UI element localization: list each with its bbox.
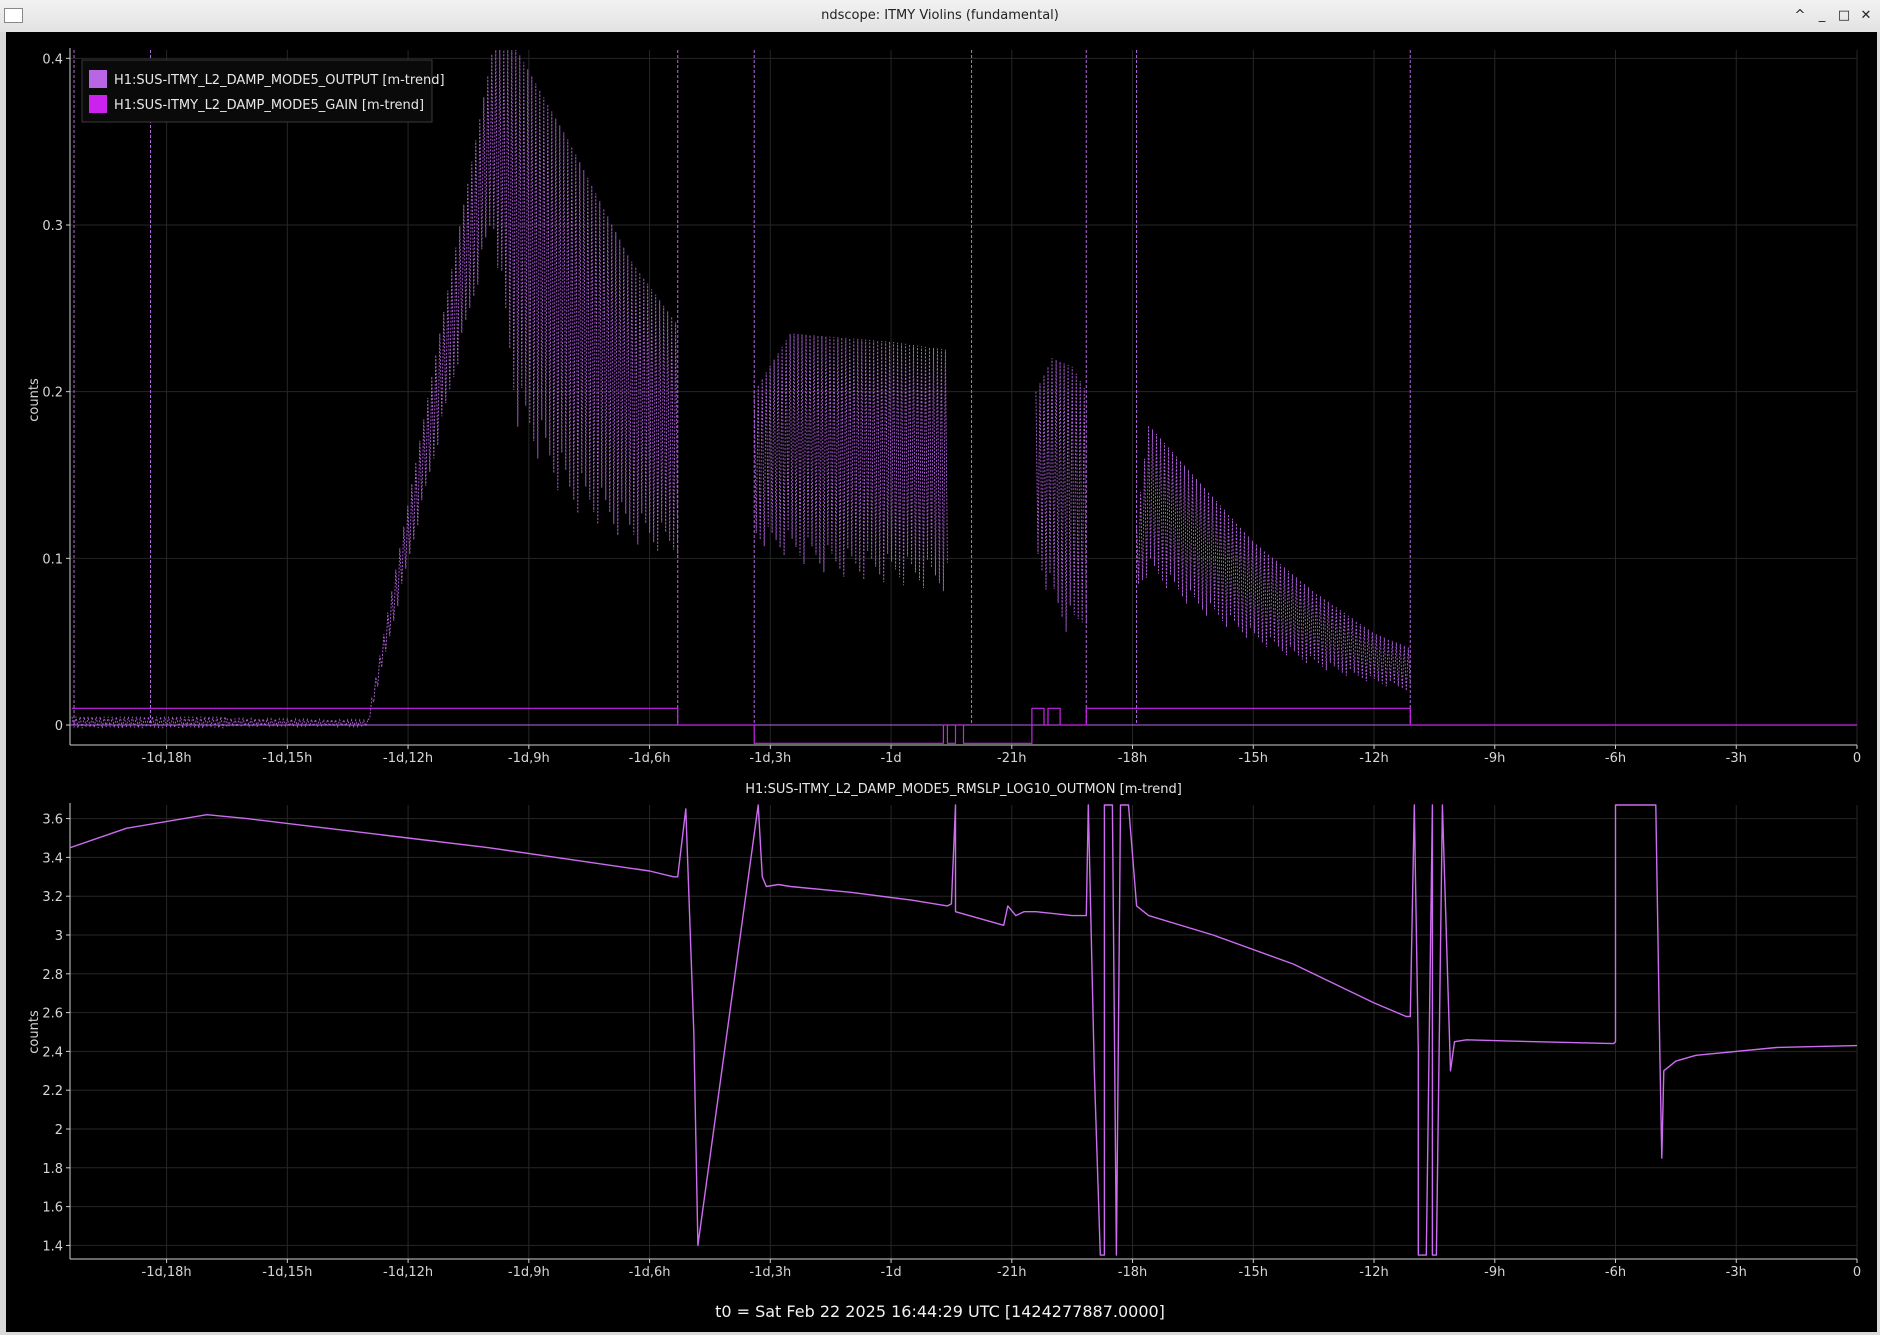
- y-tick-label: 2.6: [42, 1007, 63, 1022]
- y-tick-label: 1.6: [42, 1201, 63, 1216]
- output-trace-segment: [71, 716, 228, 729]
- y-axis-label: counts: [27, 378, 42, 422]
- x-tick-label: -1d,6h: [629, 751, 671, 766]
- panel-title: H1:SUS-ITMY_L2_DAMP_MODE5_RMSLP_LOG10_OU…: [745, 782, 1182, 797]
- x-tick-label: -1d,6h: [629, 1265, 671, 1280]
- plot-panel-2[interactable]: 1.4 1.6 1.8 2 2.2 2.4 2.6 2.8 3 3.2 3.4 3.6 -1d,18h -…: [27, 782, 1861, 1280]
- x-tick-label: -21h: [997, 1265, 1026, 1280]
- y-tick-label: 3: [55, 929, 63, 944]
- x-tick-label: -1d,12h: [383, 751, 433, 766]
- y-tick-label: 2.8: [42, 968, 63, 983]
- y-tick-label: 3.6: [42, 813, 63, 828]
- y-tick-label: 0.1: [42, 552, 63, 567]
- x-tick-label: -1d,9h: [508, 751, 550, 766]
- gain-trace: [72, 707, 1857, 744]
- x-tick-label: -9h: [1484, 751, 1505, 766]
- x-tick-label: -12h: [1359, 1265, 1388, 1280]
- x-tick-label: -3h: [1726, 751, 1747, 766]
- y-tick-label: 1.4: [42, 1239, 63, 1254]
- output-trace-segment: [753, 333, 948, 592]
- x-tick-label: -6h: [1605, 1265, 1626, 1280]
- y-tick-label: 1.8: [42, 1162, 63, 1177]
- legend-swatch: [89, 70, 107, 88]
- output-trace-segment: [1035, 358, 1087, 632]
- ndscope-plots[interactable]: 0 0.1 0.2 0.3 0.4 -1d,18h -1d,15h -1d,12h -1d,9h…: [0, 0, 1880, 1335]
- y-tick-label: 0: [55, 719, 63, 734]
- y-tick-label: 2.2: [42, 1084, 63, 1099]
- y-tick-label: 2: [55, 1123, 63, 1138]
- y-tick-label: 0.3: [42, 219, 63, 234]
- x-tick-label: -1d,3h: [749, 751, 791, 766]
- x-tick-label: -1d: [880, 751, 901, 766]
- output-trace-segment: [367, 49, 679, 721]
- x-tick-label: -18h: [1118, 751, 1147, 766]
- x-tick-label: -1d,3h: [749, 1265, 791, 1280]
- x-tick-label: -1d,15h: [262, 751, 312, 766]
- plot-panel-1[interactable]: 0 0.1 0.2 0.3 0.4 -1d,18h -1d,15h -1d,12h -1d,9h…: [27, 48, 1861, 766]
- y-axis-label: counts: [27, 1010, 42, 1054]
- x-tick-label: -1d,12h: [383, 1265, 433, 1280]
- x-tick-label: 0: [1853, 751, 1861, 766]
- legend-swatch: [89, 95, 107, 113]
- x-tick-label: -21h: [997, 751, 1026, 766]
- legend[interactable]: H1:SUS-ITMY_L2_DAMP_MODE5_OUTPUT [m-tren…: [81, 59, 445, 123]
- x-tick-label: -18h: [1118, 1265, 1147, 1280]
- x-tick-label: -9h: [1484, 1265, 1505, 1280]
- x-tick-label: -6h: [1605, 751, 1626, 766]
- y-tick-label: 2.4: [42, 1045, 63, 1060]
- y-tick-label: 0.2: [42, 386, 63, 401]
- y-tick-label: 0.4: [42, 52, 63, 67]
- x-tick-label: -1d,9h: [508, 1265, 550, 1280]
- x-tick-label: -3h: [1726, 1265, 1747, 1280]
- y-tick-label: 3.2: [42, 890, 63, 905]
- x-tick-label: 0: [1853, 1265, 1861, 1280]
- x-tick-label: -1d,18h: [142, 751, 192, 766]
- legend-label: H1:SUS-ITMY_L2_DAMP_MODE5_OUTPUT [m-tren…: [114, 73, 445, 88]
- x-tick-label: -1d,15h: [262, 1265, 312, 1280]
- rms-trace: [70, 804, 1857, 1256]
- trace-layer: [70, 804, 1857, 1256]
- trace-layer: [70, 49, 1857, 744]
- x-tick-label: -15h: [1239, 751, 1268, 766]
- x-tick-label: -1d: [880, 1265, 901, 1280]
- x-tick-label: -12h: [1359, 751, 1388, 766]
- x-tick-label: -15h: [1239, 1265, 1268, 1280]
- legend-label: H1:SUS-ITMY_L2_DAMP_MODE5_GAIN [m-trend]: [114, 98, 424, 113]
- y-tick-label: 3.4: [42, 851, 63, 866]
- x-tick-label: -1d,18h: [142, 1265, 192, 1280]
- t0-label: t0 = Sat Feb 22 2025 16:44:29 UTC [14242…: [715, 1302, 1165, 1321]
